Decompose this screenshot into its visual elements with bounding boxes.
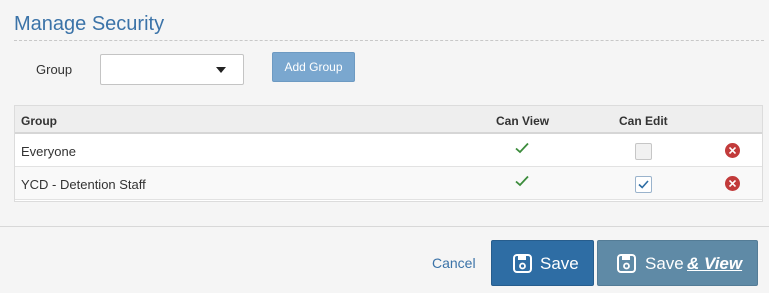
save-view-label-prefix: Save — [645, 254, 684, 273]
checkmark-icon — [638, 180, 649, 189]
remove-icon[interactable] — [725, 176, 740, 191]
table-row: Everyone — [15, 134, 762, 167]
title-divider — [14, 40, 764, 41]
security-table: Group Can View Can Edit Everyone YCD - D… — [14, 105, 763, 202]
add-group-button[interactable]: Add Group — [272, 52, 355, 82]
remove-icon[interactable] — [725, 143, 740, 158]
header-group: Group — [21, 114, 57, 128]
group-label: Group — [36, 62, 73, 77]
can-edit-checkbox[interactable] — [635, 176, 652, 193]
can-edit-checkbox[interactable] — [635, 143, 652, 160]
check-icon — [515, 142, 529, 154]
check-icon — [515, 175, 529, 187]
footer-divider — [0, 226, 769, 227]
floppy-disk-icon — [513, 254, 532, 273]
header-can-edit: Can Edit — [619, 114, 668, 128]
table-row: YCD - Detention Staff — [15, 167, 762, 200]
group-select[interactable] — [100, 54, 244, 85]
save-button-label: Save — [540, 254, 579, 273]
group-name: Everyone — [21, 144, 76, 159]
floppy-disk-icon — [617, 254, 636, 273]
save-view-label-suffix: & View — [687, 254, 743, 273]
page-title: Manage Security — [14, 13, 165, 35]
header-can-view: Can View — [496, 114, 550, 128]
caret-down-icon — [216, 67, 226, 73]
save-button[interactable]: Save — [491, 240, 594, 286]
save-and-view-button[interactable]: Save & View — [597, 240, 758, 286]
group-name: YCD - Detention Staff — [21, 177, 146, 192]
table-header: Group Can View Can Edit — [15, 106, 762, 134]
cancel-link[interactable]: Cancel — [432, 255, 476, 271]
